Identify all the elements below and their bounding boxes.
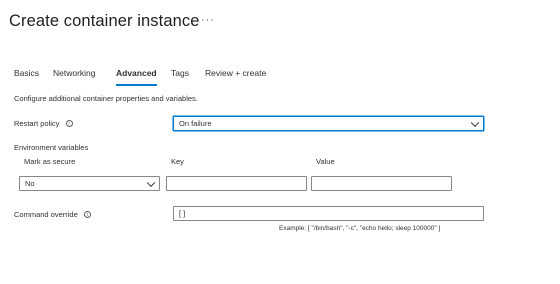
- more-options-icon[interactable]: ···: [201, 14, 215, 26]
- env-key-input[interactable]: [166, 176, 307, 191]
- command-override-label-text: Command override: [14, 210, 78, 219]
- mark-as-secure-dropdown[interactable]: No: [19, 176, 160, 191]
- environment-variables-label: Environment variables: [14, 143, 89, 152]
- page-title: Create container instance: [9, 12, 200, 30]
- env-value-input[interactable]: [311, 176, 452, 191]
- restart-policy-dropdown[interactable]: On failure: [173, 116, 484, 131]
- mark-as-secure-value: No: [25, 179, 35, 188]
- tab-advanced[interactable]: Advanced: [116, 68, 157, 78]
- command-override-example: Example: [ "/bin/bash", "-c", "echo hell…: [279, 225, 441, 232]
- info-icon[interactable]: i: [65, 119, 73, 127]
- tab-networking[interactable]: Networking: [53, 68, 96, 78]
- mark-as-secure-header: Mark as secure: [24, 157, 76, 166]
- tab-tags[interactable]: Tags: [171, 68, 189, 78]
- key-header: Key: [171, 157, 184, 166]
- command-override-input[interactable]: [ ]: [173, 206, 484, 221]
- value-header: Value: [316, 157, 335, 166]
- command-override-label: Command override i: [14, 210, 91, 219]
- active-tab-indicator: [116, 84, 157, 86]
- info-icon[interactable]: i: [83, 210, 91, 218]
- tab-review-create[interactable]: Review + create: [205, 68, 266, 78]
- chevron-down-icon: [470, 118, 480, 127]
- restart-policy-label: Restart policy i: [14, 119, 73, 128]
- tab-basics[interactable]: Basics: [14, 68, 39, 78]
- restart-policy-label-text: Restart policy: [14, 119, 60, 128]
- chevron-down-icon: [146, 178, 156, 187]
- section-description: Configure additional container propertie…: [14, 94, 198, 103]
- restart-policy-value: On failure: [179, 119, 212, 128]
